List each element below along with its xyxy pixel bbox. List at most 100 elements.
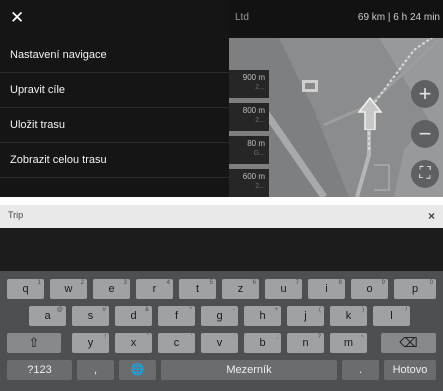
key-label: d [130, 310, 137, 322]
key-w[interactable]: w2 [50, 279, 87, 299]
close-icon[interactable]: ✕ [10, 8, 24, 28]
navigation-screen: + − ⛶ Ltd 69 km | 6 h 24 min ✕ Nastavení… [0, 0, 443, 197]
key-label: z [237, 283, 244, 295]
distance-item: 80 m G... [229, 136, 269, 164]
key-l[interactable]: l / [373, 306, 410, 326]
key-b[interactable]: b; [244, 333, 281, 353]
key-label: e [108, 283, 115, 295]
done-button[interactable]: Hotovo [384, 360, 436, 380]
key-label: ?123 [27, 364, 52, 376]
zoom-out-button[interactable]: − [411, 120, 439, 148]
key-a[interactable]: a @ [29, 306, 66, 326]
distance-value: 800 m [242, 106, 265, 115]
key-k[interactable]: k) [330, 306, 367, 326]
key-label: t [195, 283, 200, 295]
key-i[interactable]: i8 [308, 279, 345, 299]
key-label: m [343, 337, 354, 349]
menu-item-label: Nastavení navigace [10, 49, 107, 61]
key-hint: / [405, 307, 407, 313]
key-hint: 3 [123, 280, 127, 286]
distance-item: 800 m 2... [229, 103, 269, 131]
distance-value: 900 m [242, 73, 265, 82]
overview-button[interactable]: ⛶ [411, 160, 439, 188]
key-label: f [174, 310, 179, 322]
key-hint: 5 [209, 280, 213, 286]
key-label: w [64, 283, 73, 295]
keyboard-screen: Trip × q1 w2 e3 r4 t5 z6 u7 i8 o9 p0 a @ … [0, 205, 443, 391]
numbers-key[interactable]: ?123 [7, 360, 72, 380]
key-label: a [44, 310, 51, 322]
key-label: o [366, 283, 373, 295]
key-label: h [259, 310, 266, 322]
key-z[interactable]: z6 [222, 279, 259, 299]
search-bar: Trip × [0, 205, 443, 228]
language-key[interactable]: 🌐 [119, 360, 156, 380]
key-hint: " [146, 334, 149, 340]
shift-icon: ⇧ [28, 335, 40, 350]
key-hint: ! [104, 334, 106, 340]
menu-item-label: Upravit cíle [10, 84, 66, 96]
shift-key[interactable]: ⇧ [7, 333, 61, 353]
key-s[interactable]: s # [72, 306, 109, 326]
menu-item-navigation-settings[interactable]: Nastavení navigace [0, 38, 229, 73]
key-hint: # [102, 307, 106, 313]
key-r[interactable]: r4 [136, 279, 173, 299]
menu-item-label: Uložit trasu [10, 119, 66, 131]
distance-value: 600 m [242, 172, 265, 181]
key-hint: ( [319, 307, 321, 313]
key-o[interactable]: o9 [351, 279, 388, 299]
key-c[interactable]: c ' [158, 333, 195, 353]
key-label: u [280, 283, 287, 295]
menu-item-edit-destinations[interactable]: Upravit cíle [0, 73, 229, 108]
key-label: Hotovo [392, 364, 428, 376]
key-x[interactable]: x " [115, 333, 152, 353]
key-y[interactable]: y! [72, 333, 109, 353]
key-label: n [302, 337, 309, 349]
key-label: p [411, 283, 419, 295]
distance-sub: 2... [255, 183, 265, 190]
key-hint: 2 [80, 280, 84, 286]
menu-item-save-route[interactable]: Uložit trasu [0, 108, 229, 143]
backspace-key[interactable]: ⌫ [381, 333, 436, 353]
key-hint: ) [362, 307, 364, 313]
search-input[interactable]: Trip [8, 210, 23, 220]
key-g[interactable]: g- [201, 306, 238, 326]
key-hint: ~ [360, 334, 364, 340]
comma-key[interactable]: , [77, 360, 114, 380]
period-key[interactable]: . [342, 360, 379, 380]
space-key[interactable]: Mezerník [161, 360, 337, 380]
key-hint: : [233, 334, 235, 340]
key-label: l [390, 310, 393, 322]
key-t[interactable]: t5 [179, 279, 216, 299]
key-n[interactable]: n? [287, 333, 324, 353]
key-m[interactable]: m ~ [330, 333, 367, 353]
key-q[interactable]: q1 [7, 279, 44, 299]
zoom-in-button[interactable]: + [411, 80, 439, 108]
key-label: s [87, 310, 94, 322]
onscreen-keyboard: q1 w2 e3 r4 t5 z6 u7 i8 o9 p0 a @ s # d & f… [0, 271, 443, 391]
key-label: k [345, 310, 352, 322]
turn-distance-list: 900 m 2... 800 m 2... 80 m G... 600 m 2.… [229, 70, 269, 197]
key-j[interactable]: j( [287, 306, 324, 326]
key-hint: 0 [429, 280, 433, 286]
key-hint: & [144, 307, 149, 313]
key-v[interactable]: v: [201, 333, 238, 353]
menu-item-label: Zobrazit celou trasu [10, 154, 107, 166]
distance-value: 80 m [247, 139, 265, 148]
key-p[interactable]: p0 [394, 279, 436, 299]
globe-icon: 🌐 [130, 364, 145, 376]
clear-icon[interactable]: × [428, 209, 435, 223]
menu-item-show-full-route[interactable]: Zobrazit celou trasu [0, 143, 229, 178]
key-e[interactable]: e3 [93, 279, 130, 299]
key-u[interactable]: u7 [265, 279, 302, 299]
key-label: j [304, 310, 307, 322]
key-label: b [259, 337, 266, 349]
key-label: q [22, 283, 29, 295]
key-hint: - [233, 307, 235, 313]
distance-sub: G... [253, 150, 265, 157]
key-d[interactable]: d & [115, 306, 152, 326]
distance-sub: 2... [255, 117, 265, 124]
key-f[interactable]: f * [158, 306, 195, 326]
key-label: v [216, 337, 223, 349]
key-h[interactable]: h + [244, 306, 281, 326]
